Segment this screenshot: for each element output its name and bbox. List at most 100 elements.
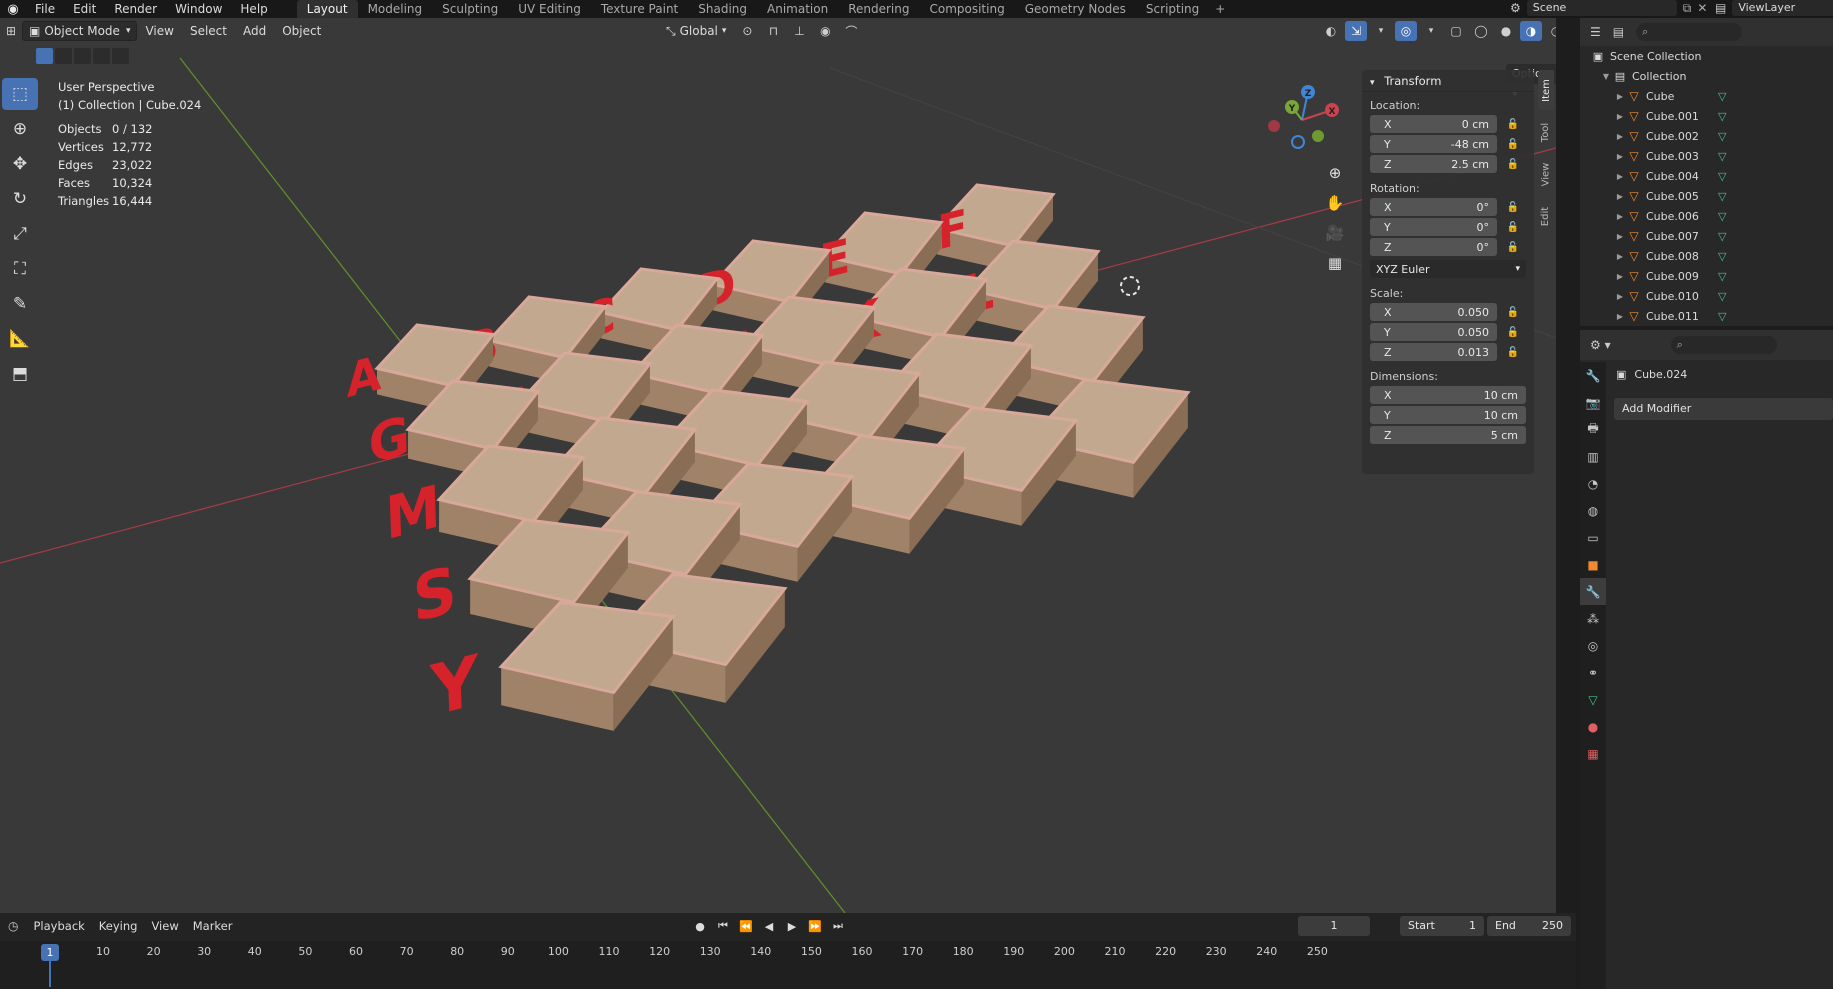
location-x-field[interactable]: X 0 cm [1370,115,1497,133]
outliner-item[interactable]: ▶ ▽ Cube.002 ▽ [1580,126,1833,146]
workspace-tab-texture-paint[interactable]: Texture Paint [591,0,688,18]
add-modifier-button[interactable]: Add Modifier [1614,398,1833,420]
menu-window[interactable]: Window [166,0,231,18]
menu-file[interactable]: File [26,0,64,18]
menu-edit[interactable]: Edit [64,0,105,18]
mesh-data-icon[interactable]: ▽ [1718,210,1726,223]
menu-marker[interactable]: Marker [186,919,240,933]
outliner-item[interactable]: ▶ ▽ Cube ▽ [1580,86,1833,106]
rendered-shading-icon[interactable]: ◔ [1545,21,1556,41]
view-layer-tab-icon[interactable]: ▥ [1580,443,1606,470]
select-intersect-icon[interactable] [112,48,129,64]
zoom-icon[interactable]: ⊕ [1322,160,1348,186]
jump-end-icon[interactable]: ⏭ [828,916,848,936]
menu-keying[interactable]: Keying [92,919,145,933]
perspective-toggle-icon[interactable]: ▦ [1322,250,1348,276]
gizmo-neg-z-handle[interactable] [1291,135,1305,149]
display-mode-icon[interactable]: ▤ [1613,25,1624,39]
solid-shading-icon[interactable]: ● [1495,21,1517,41]
menu-view[interactable]: View [137,24,181,38]
menu-object[interactable]: Object [274,24,329,38]
snap-icon[interactable]: ⊓ [762,21,784,41]
tool-tab-icon[interactable]: 🔧 [1580,362,1606,389]
expand-arrow-icon[interactable]: ▶ [1614,132,1626,141]
outliner-item[interactable]: ▶ ▽ Cube.007 ▽ [1580,226,1833,246]
scene-name-field[interactable]: Scene [1526,0,1677,16]
pan-hand-icon[interactable]: ✋ [1322,190,1348,216]
expand-arrow-icon[interactable]: ▶ [1614,272,1626,281]
lock-icon[interactable]: 🔓 [1503,159,1523,170]
workspace-tab-geometry-nodes[interactable]: Geometry Nodes [1015,0,1136,18]
workspace-tab-animation[interactable]: Animation [757,0,838,18]
mesh-data-icon[interactable]: ▽ [1718,310,1726,323]
add-workspace-button[interactable]: + [1209,2,1231,16]
data-tab-icon[interactable]: ▽ [1580,686,1606,713]
workspace-tab-uv-editing[interactable]: UV Editing [508,0,591,18]
select-extend-icon[interactable] [55,48,72,64]
editor-type-icon[interactable]: ⚙ ▾ [1590,338,1611,352]
editor-type-icon[interactable]: ◷ [0,919,26,933]
add-cube-tool-icon[interactable]: ⬒ [2,358,38,390]
lock-icon[interactable]: 🔓 [1503,347,1523,358]
scale-z-field[interactable]: Z 0.013 [1370,343,1497,361]
new-scene-icon[interactable]: ⧉ [1683,1,1692,16]
playhead-frame-label[interactable]: 1 [41,944,59,961]
menu-render[interactable]: Render [105,0,166,18]
expand-arrow-icon[interactable]: ▶ [1614,112,1626,121]
outliner-item[interactable]: ▶ ▽ Cube.010 ▽ [1580,286,1833,306]
menu-help[interactable]: Help [231,0,276,18]
lock-icon[interactable]: 🔓 [1503,139,1523,150]
rotate-tool-icon[interactable]: ↻ [2,183,38,215]
dimensions-z-field[interactable]: Z 5 cm [1370,426,1526,444]
3d-viewport[interactable]: FEDLCKBJRAIQHPGXOWNVMUTSZY ⊞ ▣ Object Mo… [0,18,1556,913]
expand-arrow-icon[interactable]: ▶ [1614,92,1626,101]
dimensions-y-field[interactable]: Y 10 cm [1370,406,1526,424]
snap-target-icon[interactable]: ⊥ [788,21,810,41]
expand-arrow-icon[interactable]: ▶ [1614,152,1626,161]
play-reverse-icon[interactable]: ◀ [759,916,779,936]
scale-y-field[interactable]: Y 0.050 [1370,323,1497,341]
mesh-data-icon[interactable]: ▽ [1718,150,1726,163]
rotation-z-field[interactable]: Z 0° [1370,238,1497,256]
tab-edit[interactable]: Edit [1538,196,1554,236]
expand-arrow-icon[interactable]: ▶ [1614,312,1626,321]
menu-view[interactable]: View [144,919,185,933]
3d-cursor-icon[interactable] [1120,276,1140,296]
workspace-tab-scripting[interactable]: Scripting [1136,0,1209,18]
material-preview-shading-icon[interactable]: ◑ [1520,21,1542,41]
start-frame-field[interactable]: Start 1 [1400,916,1484,936]
outliner-item[interactable]: ▶ ▽ Cube.009 ▽ [1580,266,1833,286]
chevron-down-icon[interactable]: ▾ [1420,21,1442,41]
transform-tool-icon[interactable]: ⛶ [2,253,38,285]
wireframe-shading-icon[interactable]: ◯ [1470,21,1492,41]
xray-toggle-icon[interactable]: ▢ [1445,21,1467,41]
editor-type-icon[interactable]: ☰ [1590,25,1601,39]
proportional-editing-icon[interactable]: ◉ [814,21,836,41]
auto-keying-icon[interactable]: ● [690,916,710,936]
outliner-item[interactable]: ▶ ▽ Cube.008 ▽ [1580,246,1833,266]
gizmo-toggle-icon[interactable]: ⇲ [1345,21,1367,41]
visibility-icon[interactable]: ◐ [1320,21,1342,41]
modifier-tab-icon[interactable]: 🔧 [1580,578,1606,605]
object-tab-icon[interactable]: ■ [1580,551,1606,578]
outliner-item[interactable]: ▶ ▽ Cube.003 ▽ [1580,146,1833,166]
tab-tool[interactable]: Tool [1538,112,1554,152]
location-y-field[interactable]: Y -48 cm [1370,135,1497,153]
lock-icon[interactable]: 🔓 [1503,307,1523,318]
editor-type-icon[interactable]: ⊞ [0,21,22,41]
lock-icon[interactable]: 🔓 [1503,242,1523,253]
rotation-x-field[interactable]: X 0° [1370,198,1497,216]
jump-keyframe-forward-icon[interactable]: ⏩ [805,916,825,936]
outliner-scene-collection[interactable]: ▣ Scene Collection [1580,46,1833,66]
lock-icon[interactable]: 🔓 [1503,202,1523,213]
scale-tool-icon[interactable]: ⤢ [2,218,38,250]
expand-arrow-icon[interactable]: ▶ [1614,232,1626,241]
workspace-tab-shading[interactable]: Shading [688,0,757,18]
mesh-data-icon[interactable]: ▽ [1718,290,1726,303]
lock-icon[interactable]: 🔓 [1503,222,1523,233]
outliner-item[interactable]: ▶ ▽ Cube.011 ▽ [1580,306,1833,326]
mesh-data-icon[interactable]: ▽ [1718,110,1726,123]
scene-tab-icon[interactable]: ◔ [1580,470,1606,497]
camera-view-icon[interactable]: 🎥 [1322,220,1348,246]
view-layer-field[interactable]: ViewLayer [1732,0,1833,16]
